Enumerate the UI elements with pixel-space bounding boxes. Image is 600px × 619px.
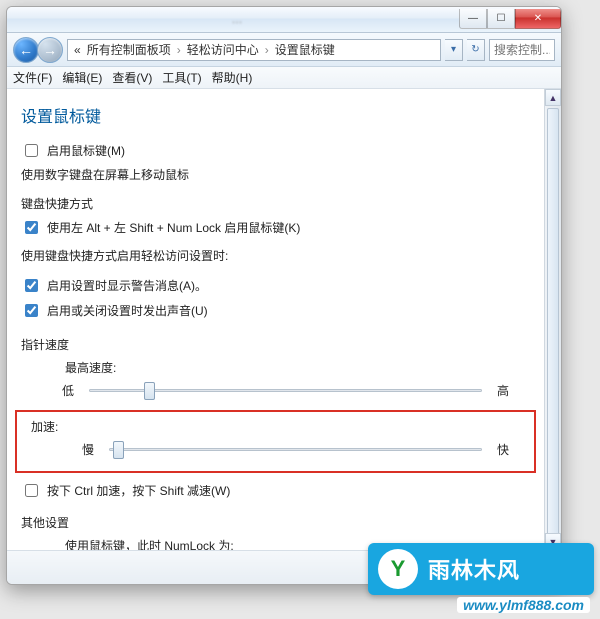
accel-slider-row: 慢 快 [27,439,524,459]
menu-edit[interactable]: 编辑(E) [62,69,102,86]
content-wrap: 设置鼠标键 启用鼠标键(M) 使用数字键盘在屏幕上移动鼠标 键盘快捷方式 使用左… [7,89,561,550]
watermark-url: www.ylmf888.com [457,597,590,613]
max-speed-label: 最高速度: [65,359,530,376]
window-title: … [15,14,459,26]
max-speed-lo: 低 [61,382,75,399]
menu-view[interactable]: 查看(V) [112,69,152,86]
max-speed-hi: 高 [496,382,510,399]
shortcut-enable-checkbox[interactable] [25,221,38,234]
accel-label: 加速: [31,418,524,435]
slider-track [109,448,482,451]
ctrl-shift-row: 按下 Ctrl 加速，按下 Shift 减速(W) [21,481,530,500]
menu-help[interactable]: 帮助(H) [212,69,253,86]
shortcut-enable-row: 使用左 Alt + 左 Shift + Num Lock 启用鼠标键(K) [21,218,530,237]
content: 设置鼠标键 启用鼠标键(M) 使用数字键盘在屏幕上移动鼠标 键盘快捷方式 使用左… [7,89,544,550]
close-button[interactable]: ✕ [515,9,561,29]
section-shortcut: 键盘快捷方式 [21,195,530,212]
scrollbar-thumb[interactable] [547,108,559,548]
scroll-up-button[interactable]: ▲ [545,89,561,106]
leaf-icon: Y [378,549,418,589]
slider-thumb[interactable] [113,441,124,459]
breadcrumb[interactable]: « 所有控制面板项 › 轻松访问中心 › 设置鼠标键 [67,39,441,61]
accel-hi: 快 [496,441,510,458]
max-speed-slider[interactable] [89,380,482,400]
forward-button[interactable]: → [37,37,63,63]
breadcrumb-item[interactable]: 轻松访问中心 [187,41,259,58]
maximize-button[interactable]: ☐ [487,9,515,29]
ctrl-shift-checkbox[interactable] [25,484,38,497]
show-warning-checkbox[interactable] [25,279,38,292]
enable-mousekeys-checkbox[interactable] [25,144,38,157]
search-input[interactable] [489,39,555,61]
max-speed-slider-row: 低 高 [21,380,530,400]
menu-file[interactable]: 文件(F) [13,69,52,86]
breadcrumb-item[interactable]: 所有控制面板项 [87,41,171,58]
accel-lo: 慢 [81,441,95,458]
titlebar: … — ☐ ✕ [7,7,561,33]
nav-history-buttons: ← → [13,37,63,63]
play-sound-label: 启用或关闭设置时发出声音(U) [47,302,208,319]
watermark-text: 雨林木风 [428,553,520,585]
enable-mousekeys-row: 启用鼠标键(M) [21,141,530,160]
enable-mousekeys-label: 启用鼠标键(M) [47,142,125,159]
slider-thumb[interactable] [144,382,155,400]
play-sound-row: 启用或关闭设置时发出声音(U) [21,301,530,320]
refresh-button[interactable]: ↻ [467,39,485,61]
control-panel-window: … — ☐ ✕ ← → « 所有控制面板项 › 轻松访问中心 › 设置鼠标键 ▾… [6,6,562,585]
address-dropdown-button[interactable]: ▾ [445,39,463,61]
minimize-button[interactable]: — [459,9,487,29]
shortcut-enable-label: 使用左 Alt + 左 Shift + Num Lock 启用鼠标键(K) [47,219,300,236]
menu-bar: 文件(F) 编辑(E) 查看(V) 工具(T) 帮助(H) [7,67,561,89]
page-title: 设置鼠标键 [21,103,530,127]
breadcrumb-item[interactable]: 设置鼠标键 [275,41,335,58]
breadcrumb-sep: › [265,43,269,57]
show-warning-label: 启用设置时显示警告消息(A)。 [47,277,207,294]
breadcrumb-sep: › [177,43,181,57]
enable-mousekeys-desc: 使用数字键盘在屏幕上移动鼠标 [21,166,530,183]
menu-tools[interactable]: 工具(T) [162,69,201,86]
breadcrumb-prefix: « [74,43,81,57]
section-other: 其他设置 [21,514,530,531]
back-button[interactable]: ← [13,37,39,63]
accel-slider[interactable] [109,439,482,459]
accel-highlight: 加速: 慢 快 [15,410,536,473]
window-buttons: — ☐ ✕ [459,9,561,29]
ctrl-shift-label: 按下 Ctrl 加速，按下 Shift 减速(W) [47,482,230,499]
vertical-scrollbar[interactable]: ▲ ▼ [544,89,561,550]
show-warning-row: 启用设置时显示警告消息(A)。 [21,276,530,295]
watermark-badge: Y 雨林木风 [368,543,594,595]
shortcut-when-label: 使用键盘快捷方式启用轻松访问设置时: [21,247,530,264]
play-sound-checkbox[interactable] [25,304,38,317]
navigation-bar: ← → « 所有控制面板项 › 轻松访问中心 › 设置鼠标键 ▾ ↻ [7,33,561,67]
section-speed: 指针速度 [21,336,530,353]
